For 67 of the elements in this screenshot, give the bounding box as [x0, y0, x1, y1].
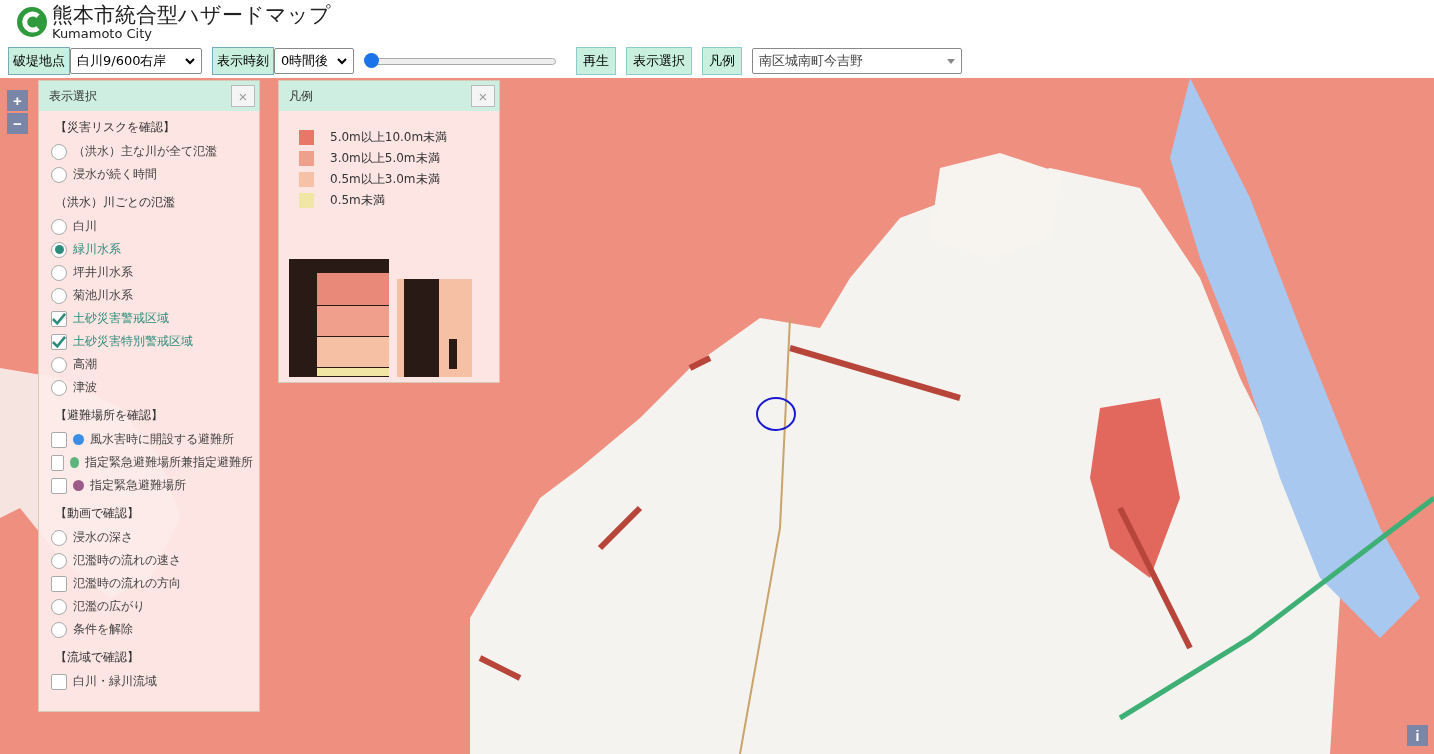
radio-button[interactable] [51, 356, 67, 373]
app-subtitle: Kumamoto City [52, 26, 154, 40]
info-button[interactable]: i [1407, 725, 1428, 746]
radio-button[interactable] [51, 552, 67, 569]
zoom-in-button[interactable]: + [7, 90, 28, 111]
zoom-out-button[interactable]: − [7, 113, 28, 134]
option-label[interactable]: （洪水）主な川が全て氾濫 [73, 143, 217, 160]
option-label[interactable]: 条件を解除 [73, 621, 133, 638]
toolbar-button[interactable]: 再生 [576, 47, 616, 75]
radio-button[interactable] [51, 287, 67, 304]
breach-point-label: 破堤地点 [8, 47, 70, 75]
panel-title: 表示選択 [49, 87, 97, 105]
caret-icon [947, 58, 955, 64]
checkbox[interactable] [51, 431, 67, 448]
radio-button[interactable] [51, 241, 67, 258]
section-heading: 【流域で確認】 [55, 649, 140, 666]
radio-button[interactable] [51, 598, 67, 615]
chevron-icon [337, 57, 347, 65]
option-label[interactable]: 風水害時に開設する避難所 [90, 431, 234, 448]
radio-button[interactable] [51, 529, 67, 546]
option-label[interactable]: 指定緊急避難場所兼指定避難所 [85, 454, 253, 471]
legend-label: 5.0m以上10.0m未満 [330, 129, 448, 146]
section-heading: 【動画で確認】 [55, 505, 140, 522]
area-select[interactable]: 南区城南町今吉野 [752, 48, 962, 74]
option-label[interactable]: 菊池川水系 [73, 287, 133, 304]
option-label[interactable]: 坪井川水系 [73, 264, 133, 281]
radio-button[interactable] [51, 379, 67, 396]
panel-title: 凡例 [289, 87, 313, 105]
checkbox[interactable] [51, 673, 67, 690]
radio-button[interactable] [51, 218, 67, 235]
checkbox[interactable] [51, 477, 67, 494]
radio-button[interactable] [51, 621, 67, 638]
option-label[interactable]: 白川・緑川流域 [73, 673, 157, 690]
legend-label: 0.5m以上3.0m未満 [330, 171, 440, 188]
section-heading: 【災害リスクを確認】 [55, 119, 176, 136]
time-select[interactable]: 0時間後 [274, 48, 354, 74]
checkbox[interactable] [51, 575, 67, 592]
checkbox[interactable] [51, 333, 67, 350]
option-label[interactable]: 緑川水系 [73, 241, 121, 258]
checkbox[interactable] [51, 310, 67, 327]
option-label[interactable]: 土砂災害特別警戒区域 [73, 333, 193, 350]
option-label[interactable]: 氾濫時の流れの方向 [73, 575, 181, 592]
city-logo-icon [16, 6, 48, 38]
breach-point-select[interactable]: 白川9/600右岸 [70, 48, 202, 74]
checkbox[interactable] [51, 454, 65, 471]
section-heading: 【避難場所を確認】 [55, 407, 164, 424]
option-label[interactable]: 高潮 [73, 356, 97, 373]
toolbar-button[interactable]: 凡例 [702, 47, 742, 75]
option-label[interactable]: 津波 [73, 379, 97, 396]
radio-button[interactable] [51, 166, 67, 183]
app-title: 熊本市統合型ハザードマップ [52, 4, 331, 26]
option-label[interactable]: 白川 [73, 218, 97, 235]
option-label[interactable]: 氾濫の広がり [73, 598, 145, 615]
option-label[interactable]: 浸水が続く時間 [73, 166, 157, 183]
section-heading: （洪水）川ごとの氾濫 [55, 194, 176, 211]
option-label[interactable]: 指定緊急避難場所 [90, 477, 186, 494]
radio-button[interactable] [51, 264, 67, 281]
legend-label: 0.5m未満 [330, 192, 385, 209]
toolbar-button[interactable]: 表示選択 [626, 47, 692, 75]
option-label[interactable]: 土砂災害警戒区域 [73, 310, 169, 327]
chevron-icon [185, 57, 195, 65]
option-label[interactable]: 氾濫時の流れの速さ [73, 552, 181, 569]
display-time-label: 表示時刻 [212, 47, 274, 75]
slider-thumb[interactable] [364, 53, 379, 68]
radio-button[interactable] [51, 143, 67, 160]
option-label[interactable]: 浸水の深さ [73, 529, 133, 546]
legend-label: 3.0m以上5.0m未満 [330, 150, 440, 167]
